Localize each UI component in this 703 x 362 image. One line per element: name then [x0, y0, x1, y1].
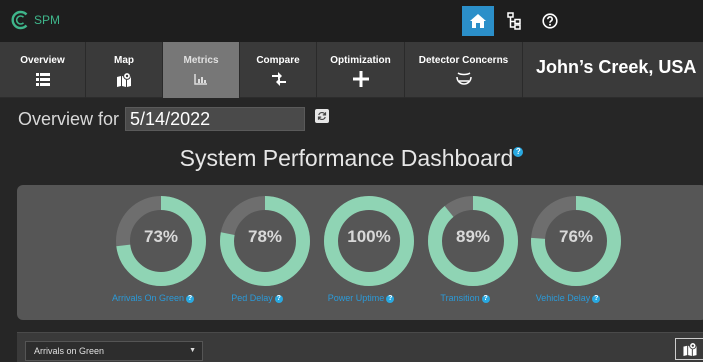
- tab-label: Detector Concerns: [418, 55, 509, 66]
- home-icon: [470, 14, 486, 28]
- gauge-label: Arrivals On Green: [111, 293, 185, 303]
- metric-select[interactable]: Arrivals on Green ▼: [25, 341, 203, 361]
- help-button[interactable]: [534, 6, 566, 36]
- gauge-transition[interactable]: 89% Transition?: [417, 193, 518, 315]
- gauge-percent: 73%: [143, 227, 179, 246]
- overview-prefix: Overview for: [18, 108, 120, 129]
- gauge-arrivals-on-green[interactable]: 73% Arrivals On Green?: [105, 193, 206, 315]
- gauge-label: Ped Delay: [231, 293, 273, 303]
- gauge-link[interactable]: Vehicle Delay?: [500, 293, 636, 303]
- map-view-button[interactable]: [675, 338, 703, 360]
- date-input[interactable]: 5/14/2022: [125, 107, 306, 131]
- chevron-down-icon: ▼: [189, 347, 196, 354]
- gauge-ped-delay[interactable]: 78% Ped Delay?: [209, 193, 310, 315]
- dashboard-title: System Performance Dashboard?: [0, 145, 703, 172]
- gauge-label: Power Uptime: [327, 293, 385, 303]
- detector-icon: [455, 71, 473, 87]
- help-icon: [542, 13, 558, 29]
- home-button[interactable]: [462, 6, 494, 36]
- app-root: SPM Overview Map Metrics Compare Optimiz…: [0, 0, 703, 362]
- arrows-icon: [270, 71, 286, 87]
- gauges-panel: 73% Arrivals On Green? 78% Ped Delay? 10…: [17, 185, 703, 320]
- metric-toolbar: Arrivals on Green ▼: [17, 332, 703, 362]
- tab-label: Map: [114, 55, 134, 66]
- tab-label: Optimization: [330, 55, 391, 66]
- tab-label: Compare: [256, 55, 300, 66]
- tab-overview[interactable]: Overview: [0, 42, 86, 98]
- hierarchy-button[interactable]: [498, 6, 530, 36]
- tab-optimization[interactable]: Optimization: [317, 42, 405, 98]
- map-marker-icon: [116, 71, 132, 87]
- metric-select-value: Arrivals on Green: [34, 346, 105, 356]
- help-icon[interactable]: ?: [481, 295, 490, 303]
- logo-icon: [11, 10, 28, 30]
- gauge-percent: 89%: [455, 227, 491, 246]
- top-bar: SPM: [0, 0, 703, 42]
- help-icon[interactable]: ?: [274, 295, 283, 303]
- map-marker-icon: [683, 342, 697, 356]
- tab-label: Overview: [20, 55, 65, 66]
- help-icon[interactable]: ?: [386, 295, 395, 303]
- tab-compare[interactable]: Compare: [240, 42, 317, 98]
- dashboard-title-text: System Performance Dashboard: [179, 145, 514, 171]
- gauge-vehicle-delay[interactable]: 76% Vehicle Delay?: [520, 193, 621, 315]
- gauge-percent: 78%: [247, 227, 283, 246]
- gauge-percent: 76%: [558, 227, 594, 246]
- tab-detector-concerns[interactable]: Detector Concerns: [405, 42, 523, 98]
- gauge-power-uptime[interactable]: 100% Power Uptime?: [313, 193, 414, 315]
- crosshair-icon: [352, 71, 369, 87]
- bar-chart-icon: [194, 71, 208, 87]
- city-title: John’s Creek, USA: [536, 57, 697, 77]
- tab-bar: Overview Map Metrics Compare Optimizatio…: [0, 42, 703, 98]
- app-logo[interactable]: SPM: [11, 10, 60, 30]
- gauge-label: Transition: [440, 293, 480, 303]
- overview-header: Overview for 5/14/2022: [18, 107, 306, 131]
- list-icon: [35, 71, 50, 87]
- gauge-label: Vehicle Delay: [535, 293, 591, 303]
- hierarchy-icon: [507, 12, 521, 30]
- logo-text: SPM: [34, 13, 61, 27]
- refresh-icon: [317, 111, 327, 121]
- help-icon[interactable]: ?: [513, 147, 524, 157]
- tab-label: Metrics: [183, 55, 219, 66]
- help-icon[interactable]: ?: [592, 295, 601, 303]
- refresh-button[interactable]: [315, 109, 329, 123]
- gauge-percent: 100%: [347, 227, 391, 246]
- tab-map[interactable]: Map: [86, 42, 163, 98]
- tab-metrics[interactable]: Metrics: [163, 42, 240, 98]
